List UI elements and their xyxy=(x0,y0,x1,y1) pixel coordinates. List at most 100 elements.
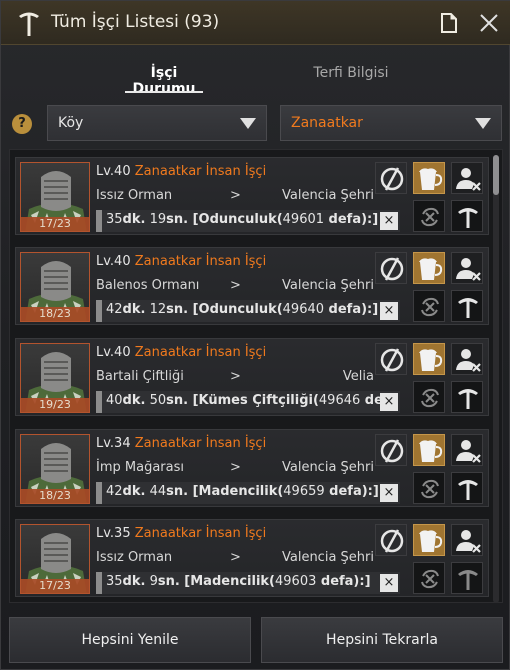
worker-level: Lv.40 xyxy=(96,254,131,269)
village-dropdown-value: Köy xyxy=(58,115,84,131)
route-arrow: > xyxy=(230,460,241,475)
repeat-task-button[interactable] xyxy=(413,562,445,594)
worker-portrait[interactable]: 19/23 xyxy=(20,343,90,413)
worker-level: Lv.34 xyxy=(96,436,131,451)
task-job: [Madencilik( xyxy=(179,574,275,589)
task-seconds: 12 xyxy=(145,302,167,317)
task-count-suffix: defa):] xyxy=(324,212,379,227)
stop-task-button[interactable]: × xyxy=(380,302,398,320)
promote-button[interactable] xyxy=(451,562,483,594)
worker-type-dropdown[interactable]: Zanaatkar xyxy=(280,105,502,141)
pickaxe-icon xyxy=(458,570,478,590)
rest-button[interactable] xyxy=(375,162,407,194)
promote-button[interactable] xyxy=(451,472,483,504)
fire-worker-button[interactable] xyxy=(451,252,483,284)
feed-beer-button[interactable] xyxy=(413,162,445,194)
rest-icon xyxy=(380,529,404,553)
route-arrow: > xyxy=(230,369,241,384)
repeat-task-button[interactable] xyxy=(413,200,445,232)
stop-task-button[interactable]: × xyxy=(380,393,398,411)
fire-worker-icon xyxy=(456,349,481,372)
promote-button[interactable] xyxy=(451,200,483,232)
feed-beer-button[interactable] xyxy=(413,524,445,556)
stop-task-button[interactable]: × xyxy=(380,212,398,230)
rest-button[interactable] xyxy=(375,343,407,375)
task-seconds-unit: sn. xyxy=(166,302,189,317)
repeat-icon xyxy=(421,207,439,227)
tab-promotion-info[interactable]: Terfi Bilgisi xyxy=(299,65,403,81)
worker-title: Lv.40 Zanaatkar İnsan İşçi xyxy=(96,164,266,179)
task-job: [Kümes Çiftçiliği( xyxy=(188,393,319,408)
worker-portrait[interactable]: 17/23 xyxy=(20,524,90,594)
rest-button[interactable] xyxy=(375,434,407,466)
task-status: 35dk. 19sn. [Odunculuk(49601 defa):] xyxy=(96,210,400,232)
promote-button[interactable] xyxy=(451,290,483,322)
task-count: 49601 xyxy=(282,212,325,227)
route-from: Bartali Çiftliği xyxy=(96,369,184,384)
worker-type: Zanaatkar İnsan İşçi xyxy=(134,164,267,179)
task-minutes: 42 xyxy=(106,302,123,317)
repeat-all-button[interactable]: Hepsini Tekrarla xyxy=(261,617,503,663)
close-icon[interactable] xyxy=(479,13,499,33)
fire-worker-button[interactable] xyxy=(451,524,483,556)
worker-card[interactable]: 18/23 Lv.34 Zanaatkar İnsan İşçi İmp Mağ… xyxy=(15,429,489,507)
stamina-bar: 18/23 xyxy=(21,489,89,503)
task-minutes: 42 xyxy=(106,484,123,499)
worker-portrait[interactable]: 17/23 xyxy=(20,162,90,232)
worker-level: Lv.40 xyxy=(96,345,131,360)
repeat-task-button[interactable] xyxy=(413,381,445,413)
worker-card[interactable]: 19/23 Lv.40 Zanaatkar İnsan İşçi Bartali… xyxy=(15,338,489,416)
route-from: Issız Orman xyxy=(96,188,173,203)
worker-type: Zanaatkar İnsan İşçi xyxy=(134,436,267,451)
fire-worker-icon xyxy=(456,440,481,463)
tab-worker-status[interactable]: İşçi Durumu xyxy=(121,65,207,97)
rest-icon xyxy=(380,257,404,281)
worker-portrait[interactable]: 18/23 xyxy=(20,252,90,322)
pickaxe-icon xyxy=(458,389,478,409)
worker-type: Zanaatkar İnsan İşçi xyxy=(134,345,267,360)
stop-task-button[interactable]: × xyxy=(380,484,398,502)
refresh-all-button[interactable]: Hepsini Yenile xyxy=(9,617,251,663)
beer-cup-icon xyxy=(419,440,443,462)
worker-type: Zanaatkar İnsan İşçi xyxy=(134,526,267,541)
rest-button[interactable] xyxy=(375,252,407,284)
promote-button[interactable] xyxy=(451,381,483,413)
feed-beer-button[interactable] xyxy=(413,343,445,375)
task-job: [Odunculuk( xyxy=(188,302,283,317)
beer-cup-icon xyxy=(419,168,443,190)
route-to: Valencia Şehri xyxy=(281,278,374,293)
route-to: Valencia Şehri xyxy=(281,550,374,565)
task-count-suffix: defa):] xyxy=(324,484,379,499)
worker-level: Lv.40 xyxy=(96,164,131,179)
task-seconds: 19 xyxy=(145,212,167,227)
task-status: 35dk. 9sn. [Madencilik(49603 defa):] xyxy=(96,572,400,594)
title-bar[interactable]: Tüm İşçi Listesi (93) xyxy=(1,1,510,45)
route-arrow: > xyxy=(230,188,241,203)
worker-card[interactable]: 18/23 Lv.40 Zanaatkar İnsan İşçi Balenos… xyxy=(15,247,489,325)
scrollbar-thumb[interactable] xyxy=(493,155,499,195)
route-from: İmp Mağarası xyxy=(96,460,184,475)
pickaxe-icon xyxy=(19,12,39,36)
task-count: 49659 xyxy=(283,484,325,499)
fire-worker-icon xyxy=(456,530,481,553)
worker-portrait[interactable]: 18/23 xyxy=(20,434,90,504)
rest-button[interactable] xyxy=(375,524,407,556)
repeat-task-button[interactable] xyxy=(413,472,445,504)
village-dropdown[interactable]: Köy xyxy=(47,105,267,141)
fire-worker-button[interactable] xyxy=(451,162,483,194)
fire-worker-button[interactable] xyxy=(451,343,483,375)
document-icon[interactable] xyxy=(441,13,457,33)
worker-card[interactable]: 17/23 Lv.40 Zanaatkar İnsan İşçi Issız O… xyxy=(15,157,489,235)
feed-beer-button[interactable] xyxy=(413,434,445,466)
help-icon[interactable]: ? xyxy=(12,114,32,134)
repeat-task-button[interactable] xyxy=(413,290,445,322)
scrollbar[interactable] xyxy=(493,155,499,603)
stop-task-button[interactable]: × xyxy=(380,574,398,592)
worker-title: Lv.40 Zanaatkar İnsan İşçi xyxy=(96,345,266,360)
chevron-down-icon xyxy=(240,118,256,129)
task-minutes-unit: dk. xyxy=(122,393,146,408)
repeat-icon xyxy=(421,569,439,589)
feed-beer-button[interactable] xyxy=(413,252,445,284)
worker-card[interactable]: 17/23 Lv.35 Zanaatkar İnsan İşçi Issız O… xyxy=(15,519,489,597)
fire-worker-button[interactable] xyxy=(451,434,483,466)
